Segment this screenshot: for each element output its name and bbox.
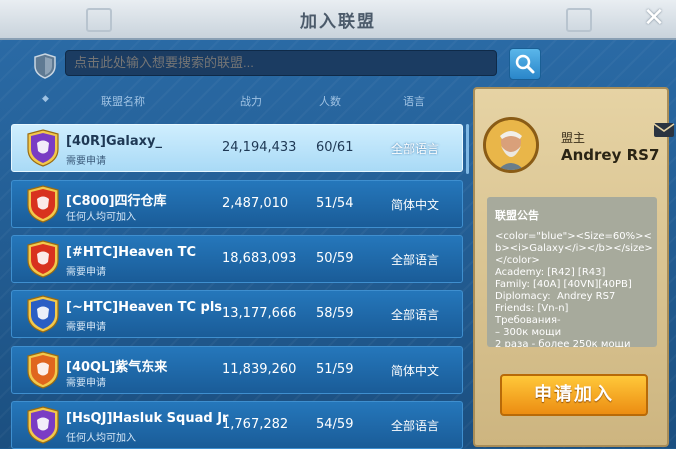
column-header-members[interactable]: 人数 xyxy=(319,93,341,109)
alliance-power: 2,487,010 xyxy=(222,196,289,211)
alliance-power: 24,194,433 xyxy=(222,140,297,155)
title-ornament-right xyxy=(566,8,592,32)
alliance-row[interactable]: [40R]Galaxy_ 需要申请 24,194,433 60/61 全部语言 xyxy=(11,124,463,172)
alliance-emblem-icon xyxy=(27,129,59,171)
mail-icon[interactable] xyxy=(653,121,676,143)
notice-body: <color="blue"><Size=60%><b><i>Galaxy</i>… xyxy=(495,231,653,347)
alliance-name: [40R]Galaxy_ xyxy=(66,134,163,149)
alliance-emblem-icon xyxy=(27,295,59,337)
close-button[interactable]: ✕ xyxy=(640,4,668,32)
title-bar: 加入联盟 ✕ xyxy=(0,0,676,40)
alliance-language: 全部语言 xyxy=(391,253,440,267)
alliance-member-count: 51/59 xyxy=(316,362,354,377)
alliance-name: [HsQJ]Hasluk Squad Jr xyxy=(66,411,229,426)
alliance-language: 简体中文 xyxy=(391,364,440,378)
alliance-language: 全部语言 xyxy=(391,308,440,322)
sort-icon[interactable]: ◆ xyxy=(42,94,49,104)
alliance-name: [40QL]紫气东来 xyxy=(66,360,168,375)
alliance-emblem-icon xyxy=(27,351,59,393)
alliance-join-status: 需要申请 xyxy=(66,267,106,278)
alliance-row[interactable]: [C800]四行仓库任何人均可加入 2,487,010 51/54 简体中文 xyxy=(11,180,463,228)
leader-avatar[interactable] xyxy=(483,117,539,173)
column-header-language[interactable]: 语言 xyxy=(403,93,425,109)
alliance-notice: 联盟公告 <color="blue"><Size=60%><b><i>Galax… xyxy=(487,197,657,347)
alliance-name: [C800]四行仓库 xyxy=(66,194,167,209)
alliance-language: 简体中文 xyxy=(391,198,440,212)
alliance-row[interactable]: [~HTC]Heaven TC pls 需要申请 13,177,666 58/59 全部… xyxy=(11,290,463,338)
alliance-row[interactable]: [40QL]紫气东来需要申请 11,839,260 51/59 简体中文 xyxy=(11,346,463,394)
alliance-member-count: 54/59 xyxy=(316,417,354,432)
apply-join-button[interactable]: 申请加入 xyxy=(500,374,648,416)
alliance-name: [~HTC]Heaven TC pls xyxy=(66,300,223,315)
column-header-name[interactable]: 联盟名称 xyxy=(101,93,145,109)
leader-name: Andrey RS7 xyxy=(561,146,660,164)
alliance-power: 13,177,666 xyxy=(222,306,297,321)
notice-title: 联盟公告 xyxy=(495,209,539,222)
column-header-power[interactable]: 战力 xyxy=(240,93,262,109)
alliance-language: 全部语言 xyxy=(391,419,440,433)
alliance-member-count: 58/59 xyxy=(316,306,354,321)
alliance-member-count: 51/54 xyxy=(316,196,354,211)
alliance-row[interactable]: [#HTC]Heaven TC 需要申请 18,683,093 50/59 全部语言 xyxy=(11,235,463,283)
alliance-member-count: 50/59 xyxy=(316,251,354,266)
search-button[interactable] xyxy=(509,48,541,80)
search-icon xyxy=(515,54,535,74)
alliance-power: 1,767,282 xyxy=(222,417,289,432)
alliance-language: 全部语言 xyxy=(391,142,440,156)
search-input[interactable] xyxy=(65,50,497,76)
list-scrollbar[interactable] xyxy=(466,124,469,174)
shield-icon xyxy=(34,53,56,83)
leader-role-label: 盟主 xyxy=(561,131,586,145)
alliance-power: 18,683,093 xyxy=(222,251,297,266)
alliance-row[interactable]: [HsQJ]Hasluk Squad Jr 任何人均可加入 1,767,282 54/… xyxy=(11,401,463,449)
alliance-join-status: 需要申请 xyxy=(66,378,106,389)
alliance-emblem-icon xyxy=(27,240,59,282)
alliance-emblem-icon xyxy=(27,406,59,448)
alliance-join-status: 需要申请 xyxy=(66,322,106,333)
alliance-join-status: 任何人均可加入 xyxy=(66,433,136,444)
alliance-join-status: 任何人均可加入 xyxy=(66,212,136,223)
alliance-emblem-icon xyxy=(27,185,59,227)
alliance-join-status: 需要申请 xyxy=(66,156,106,167)
alliance-power: 11,839,260 xyxy=(222,362,297,377)
alliance-member-count: 60/61 xyxy=(316,140,354,155)
alliance-name: [#HTC]Heaven TC xyxy=(66,245,197,260)
